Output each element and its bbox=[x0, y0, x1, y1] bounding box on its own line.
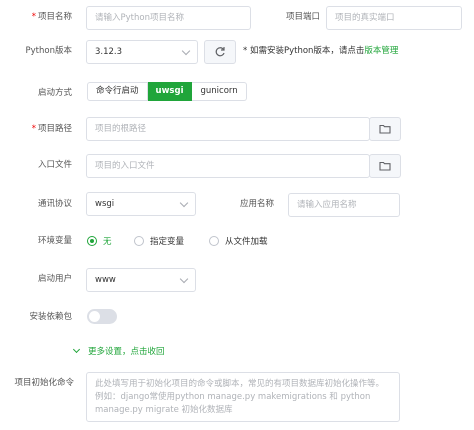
install-deps-switch[interactable] bbox=[87, 309, 117, 324]
protocol-value: wsgi bbox=[95, 199, 115, 209]
more-settings-label: 更多设置，点击收回 bbox=[88, 347, 165, 357]
app-name-placeholder: 请输入应用名称 bbox=[297, 200, 357, 210]
path-label: * 项目路径 bbox=[31, 124, 72, 134]
install-deps-label: 安装依赖包 bbox=[29, 312, 72, 322]
switch-knob bbox=[89, 311, 100, 322]
python-version-label: Python版本 bbox=[25, 46, 72, 56]
env-none-radio[interactable]: 无 bbox=[87, 235, 112, 247]
entry-folder-button[interactable] bbox=[369, 154, 401, 178]
start-mode-cli[interactable]: 命令行启动 bbox=[87, 82, 148, 101]
radio-dot bbox=[209, 236, 219, 246]
required-mark: * bbox=[31, 124, 36, 134]
refresh-icon bbox=[215, 47, 225, 57]
required-mark: * bbox=[31, 12, 36, 22]
project-path-input[interactable]: 项目的根路径 bbox=[86, 117, 370, 141]
python-version-value: 3.12.3 bbox=[95, 47, 123, 57]
entry-label: 入口文件 bbox=[37, 160, 72, 170]
port-placeholder: 项目的真实端口 bbox=[335, 13, 395, 23]
init-command-textarea[interactable]: 此处填写用于初始化项目的命令或脚本，常见的有项目数据库初始化操作等。例如：dja… bbox=[86, 372, 400, 422]
path-folder-button[interactable] bbox=[369, 117, 401, 141]
chevron-down-icon bbox=[72, 345, 81, 354]
refresh-button[interactable] bbox=[204, 40, 236, 64]
version-manage-link[interactable]: 版本管理 bbox=[364, 46, 398, 56]
start-mode-uwsgi[interactable]: uwsgi bbox=[147, 82, 193, 101]
chevron-down-icon bbox=[179, 198, 189, 208]
chevron-down-icon bbox=[179, 274, 189, 284]
port-input[interactable]: 项目的真实端口 bbox=[326, 6, 462, 30]
project-name-input[interactable]: 请输入Python项目名称 bbox=[86, 6, 251, 30]
start-mode-gunicorn[interactable]: gunicorn bbox=[192, 82, 247, 101]
protocol-select[interactable]: wsgi bbox=[86, 192, 196, 216]
project-name-placeholder: 请输入Python项目名称 bbox=[95, 13, 184, 23]
env-file-radio[interactable]: 从文件加载 bbox=[209, 235, 268, 247]
entry-file-placeholder: 项目的入口文件 bbox=[95, 161, 155, 171]
more-settings-toggle[interactable]: 更多设置，点击收回 bbox=[72, 345, 165, 357]
python-version-select[interactable]: 3.12.3 bbox=[86, 40, 198, 64]
app-name-input[interactable]: 请输入应用名称 bbox=[288, 193, 400, 217]
chevron-down-icon bbox=[181, 46, 191, 56]
start-mode-group: 命令行启动 uwsgi gunicorn bbox=[87, 82, 247, 101]
env-specify-radio[interactable]: 指定变量 bbox=[134, 235, 184, 247]
app-name-label: 应用名称 bbox=[239, 199, 274, 209]
folder-icon bbox=[379, 161, 391, 171]
env-label: 环境变量 bbox=[37, 236, 72, 246]
project-path-placeholder: 项目的根路径 bbox=[95, 124, 147, 134]
user-label: 启动用户 bbox=[37, 274, 72, 284]
start-mode-label: 启动方式 bbox=[37, 88, 72, 98]
port-label: 项目端口 bbox=[285, 12, 320, 22]
radio-dot bbox=[134, 236, 144, 246]
python-version-hint: * 如需安装Python版本，请点击版本管理 bbox=[243, 46, 399, 56]
radio-dot bbox=[87, 236, 97, 246]
folder-icon bbox=[379, 124, 391, 134]
init-cmd-label: 项目初始化命令 bbox=[14, 378, 74, 388]
name-label: * 项目名称 bbox=[31, 12, 72, 22]
start-user-value: www bbox=[95, 275, 116, 285]
protocol-label: 通讯协议 bbox=[37, 199, 72, 209]
start-user-select[interactable]: www bbox=[86, 268, 196, 292]
entry-file-input[interactable]: 项目的入口文件 bbox=[86, 154, 370, 178]
